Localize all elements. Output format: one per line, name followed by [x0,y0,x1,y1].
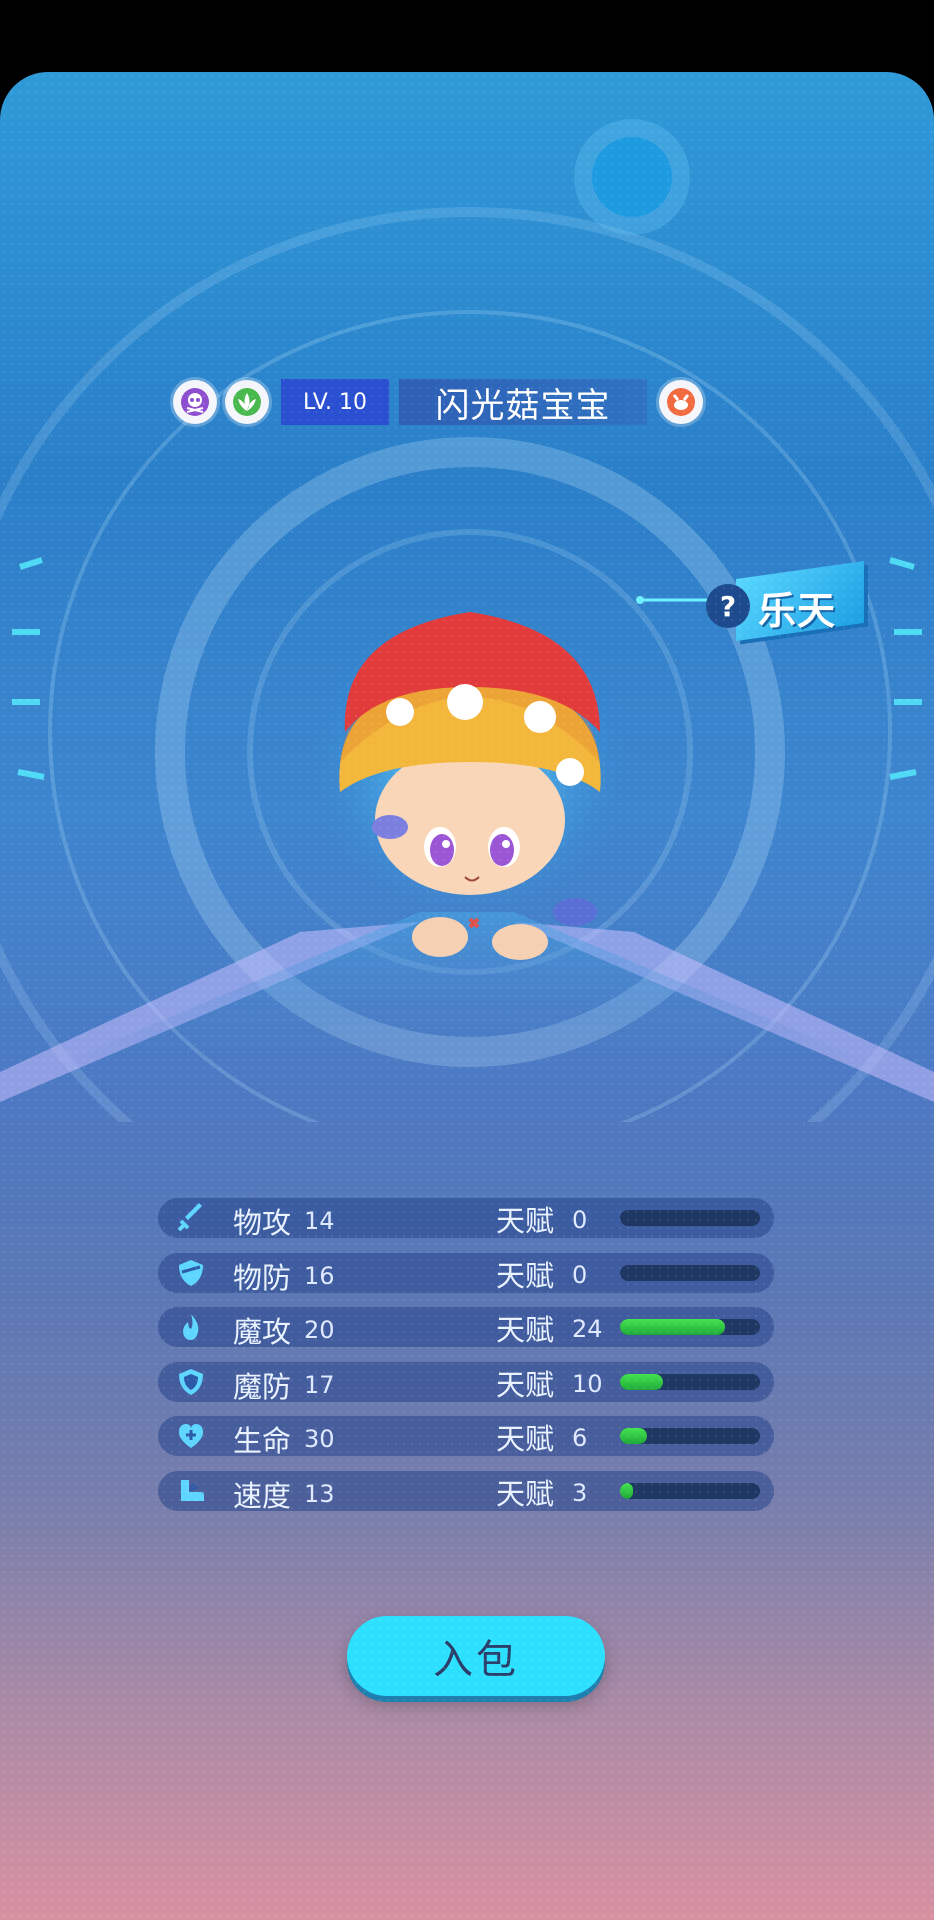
stat-row: 生命 30 天赋 6 [158,1416,774,1458]
talent-value: 0 [572,1206,588,1234]
stat-value: 16 [304,1261,335,1290]
magic-shield-icon [174,1365,208,1399]
add-to-bag-button[interactable]: 入包 [347,1616,605,1696]
talent-bar [620,1264,760,1281]
stat-name: 生命 [233,1424,292,1458]
talent-bar [620,1482,760,1499]
shield-icon [174,1256,208,1290]
talent-label: 天赋 [496,1204,555,1238]
stat-name: 速度 [233,1478,292,1513]
heart-plus-icon [174,1419,208,1453]
owner-tag-text: 乐天 [758,589,837,633]
stat-row: 物攻 14 天赋 0 [158,1198,774,1240]
stat-row: 物防 16 天赋 0 [158,1252,774,1295]
talent-bar-fill [620,1482,633,1499]
stats-list: 物攻 14 天赋 0 物防 16 天赋 0 魔攻 20 天赋 24 魔防 17 … [158,1198,774,1525]
stat-value: 13 [304,1479,335,1508]
talent-value: 10 [572,1369,603,1398]
pet-detail-panel: LV. 10 闪光菇宝宝 ? 乐天 物攻 14 天赋 0 物防 16 天赋 0 … [0,72,934,1920]
owner-tag: ? 乐天 [706,561,866,644]
fox-face-icon [659,380,703,424]
pet-header: LV. 10 闪光菇宝宝 [173,377,703,427]
talent-bar-fill [620,1319,725,1335]
talent-bar-fill [620,1428,647,1444]
talent-bar [620,1319,760,1335]
talent-bar [620,1373,760,1390]
talent-label: 天赋 [496,1313,555,1347]
talent-bar-fill [620,1373,664,1390]
stat-row: 魔攻 20 天赋 24 [158,1307,774,1349]
stat-value: 20 [304,1316,335,1344]
stat-name: 魔攻 [233,1315,292,1349]
talent-value: 6 [572,1424,588,1452]
talent-bar [620,1428,760,1444]
talent-label: 天赋 [496,1422,555,1456]
stat-value: 17 [304,1370,335,1399]
stat-row: 魔防 17 天赋 10 [158,1361,774,1404]
talent-value: 3 [572,1478,588,1507]
stat-name: 物攻 [233,1206,292,1240]
stat-name: 魔防 [233,1369,292,1404]
pet-level: LV. 10 [281,379,389,425]
talent-bar [620,1210,760,1226]
talent-label: 天赋 [496,1258,555,1293]
pet-name: 闪光菇宝宝 [399,379,647,426]
talent-label: 天赋 [496,1367,555,1402]
sword-icon [174,1201,208,1235]
stat-value: 30 [304,1425,335,1453]
talent-value: 24 [572,1315,603,1343]
talent-label: 天赋 [496,1476,555,1511]
poison-skull-icon [173,380,217,424]
stat-value: 14 [304,1207,335,1235]
stat-name: 物防 [233,1260,292,1295]
flame-icon [174,1310,208,1344]
grass-leaf-icon [225,380,269,424]
question-icon[interactable]: ? [706,584,750,628]
stat-row: 速度 13 天赋 3 [158,1470,774,1513]
talent-value: 0 [572,1260,588,1289]
speed-boot-icon [174,1474,208,1508]
